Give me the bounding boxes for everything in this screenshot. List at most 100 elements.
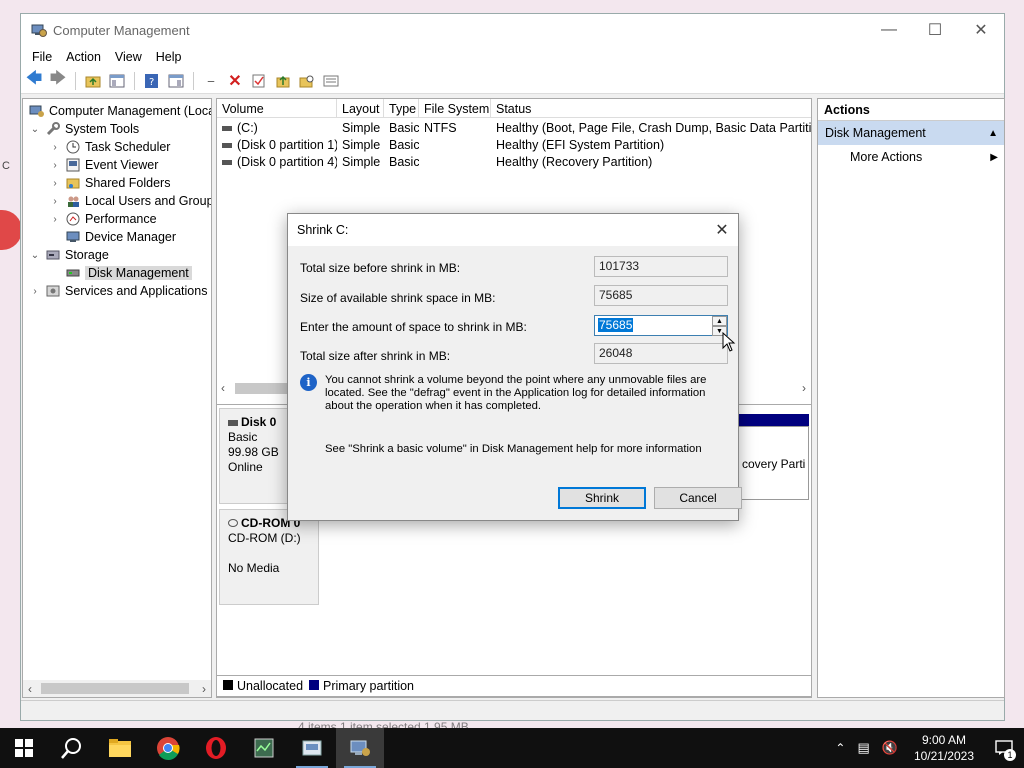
legend: Unallocated Primary partition	[216, 675, 812, 697]
tree-item-performance[interactable]: › Performance	[49, 210, 157, 228]
close-button[interactable]: ✕	[958, 14, 1004, 46]
scroll-left-icon[interactable]: ‹	[28, 682, 32, 696]
help-icon[interactable]: ?	[142, 71, 162, 91]
app-taskbar-button[interactable]	[288, 728, 336, 768]
type-cell: Basic	[389, 137, 419, 152]
chevron-down-icon[interactable]: ⌄	[29, 250, 41, 261]
chevron-down-icon[interactable]: ⌄	[29, 124, 41, 135]
clock-date: 10/21/2023	[913, 749, 974, 763]
shrink-amount-input[interactable]: 75685 ▲ ▼	[594, 315, 728, 336]
desktop-icon-label-fragment: C	[2, 160, 10, 172]
tree-item-task-scheduler[interactable]: › Task Scheduler	[49, 138, 170, 156]
delete-icon[interactable]: ✕	[225, 71, 245, 91]
volume-row[interactable]: (Disk 0 partition 1) Simple Basic Health…	[217, 136, 811, 153]
list-view-icon[interactable]	[321, 71, 341, 91]
chrome-taskbar-button[interactable]	[144, 728, 192, 768]
scroll-right-icon[interactable]: ›	[202, 682, 206, 696]
chevron-right-icon[interactable]: ›	[49, 142, 61, 153]
chevron-right-icon[interactable]: ›	[49, 178, 61, 189]
back-arrow-icon[interactable]: 🡄	[24, 70, 44, 91]
tree-item-disk-management[interactable]: Disk Management	[49, 264, 192, 282]
search-icon	[61, 738, 81, 759]
chevron-right-icon[interactable]: ›	[49, 196, 61, 207]
volume-row[interactable]: (Disk 0 partition 4) Simple Basic Health…	[217, 153, 811, 170]
tree-item-label: Shared Folders	[85, 176, 171, 190]
volume-row[interactable]: (C:) Simple Basic NTFS Healthy (Boot, Pa…	[217, 119, 811, 136]
open-folder-up-icon[interactable]	[273, 71, 293, 91]
system-tray: ⌃ ▤ 🔇 9:00 AM 10/21/2023 1	[829, 728, 1024, 768]
column-header-type[interactable]: Type	[384, 99, 419, 118]
opera-taskbar-button[interactable]	[192, 728, 240, 768]
window-title: Computer Management	[53, 22, 190, 38]
spin-up-button[interactable]: ▲	[712, 316, 727, 326]
notification-center-button[interactable]: 1	[984, 728, 1024, 768]
properties-pane-icon[interactable]	[166, 71, 186, 91]
info-message: You cannot shrink a volume beyond the po…	[325, 374, 707, 412]
show-hide-tree-icon[interactable]	[107, 71, 127, 91]
clock-time: 9:00 AM	[921, 733, 966, 747]
menu-action[interactable]: Action	[59, 50, 108, 64]
tree-item-local-users-and-groups[interactable]: › Local Users and Groups	[49, 192, 211, 210]
up-folder-icon[interactable]	[83, 71, 103, 91]
chevron-up-icon[interactable]: ⌃	[835, 741, 845, 755]
shrink-amount-label: Enter the amount of space to shrink in M…	[300, 320, 527, 334]
disk-type: CD-ROM (D:)	[228, 531, 301, 545]
column-header-volume[interactable]: Volume	[217, 99, 337, 118]
cancel-button[interactable]: Cancel	[654, 487, 742, 509]
maximize-button[interactable]: ☐	[912, 14, 958, 46]
search-folder-icon[interactable]	[297, 71, 317, 91]
menu-view[interactable]: View	[108, 50, 149, 64]
tree-item-storage[interactable]: ⌄ Storage	[29, 246, 109, 264]
dialog-close-button[interactable]: ✕	[706, 214, 738, 246]
cdrom-0-label[interactable]: CD-ROM 0 CD-ROM (D:) No Media	[219, 509, 319, 605]
chevron-right-icon[interactable]: ›	[29, 286, 41, 297]
tree-item-label: Performance	[85, 212, 157, 226]
tree-item-shared-folders[interactable]: › Shared Folders	[49, 174, 170, 192]
column-header-file-system[interactable]: File System	[419, 99, 491, 118]
scrollbar-thumb[interactable]	[41, 683, 189, 694]
file-explorer-taskbar-button[interactable]	[96, 728, 144, 768]
connect-icon[interactable]: ⎯	[201, 71, 221, 91]
column-header-layout[interactable]: Layout	[337, 99, 384, 118]
mouse-cursor-icon	[722, 332, 736, 352]
legend-label: Unallocated	[237, 679, 304, 693]
toolbar-separator	[193, 71, 194, 90]
collapse-up-icon[interactable]: ▲	[988, 128, 998, 139]
forward-arrow-icon[interactable]: 🡆	[48, 70, 68, 91]
dialog-title: Shrink C:	[297, 223, 349, 237]
tree-root-computer-management[interactable]: Computer Management (Local	[25, 102, 211, 120]
navigation-tree: Computer Management (Local ⌄ System Tool…	[22, 98, 212, 698]
tree-item-system-tools[interactable]: ⌄ System Tools	[29, 120, 139, 138]
chevron-right-icon[interactable]: ›	[49, 214, 61, 225]
dialog-title-bar: Shrink C: ✕	[288, 214, 738, 246]
column-header-status[interactable]: Status	[491, 99, 811, 118]
tree-item-services-and-applications[interactable]: › Services and Applications	[29, 282, 207, 300]
disk-icon	[228, 420, 238, 426]
taskbar: ⌃ ▤ 🔇 9:00 AM 10/21/2023 1	[0, 728, 1024, 768]
app-taskbar-button[interactable]	[240, 728, 288, 768]
tree-item-event-viewer[interactable]: › Event Viewer	[49, 156, 158, 174]
scroll-left-icon[interactable]: ‹	[221, 381, 225, 395]
recovery-partition[interactable]: covery Parti	[737, 426, 809, 500]
search-button[interactable]	[48, 728, 96, 768]
available-shrink-field: 75685	[594, 285, 728, 306]
start-button[interactable]	[0, 728, 48, 768]
volume-muted-icon[interactable]: 🔇	[882, 740, 898, 756]
menu-help[interactable]: Help	[149, 50, 189, 64]
computer-management-taskbar-button[interactable]	[336, 728, 384, 768]
clock[interactable]: 9:00 AM 10/21/2023	[914, 732, 974, 764]
tree-horizontal-scrollbar[interactable]: ‹ ›	[23, 680, 211, 697]
check-properties-icon[interactable]	[249, 71, 269, 91]
toolbar: 🡄 🡆 ? ⎯ ✕	[21, 68, 1004, 94]
chevron-right-icon[interactable]: ›	[49, 160, 61, 171]
network-icon[interactable]: ▤	[857, 740, 869, 756]
volume-name: (C:)	[237, 120, 258, 135]
more-actions-item[interactable]: More Actions ▶	[818, 145, 1004, 169]
minimize-button[interactable]: —	[866, 14, 912, 46]
shrink-button[interactable]: Shrink	[558, 487, 646, 509]
menu-file[interactable]: File	[25, 50, 59, 64]
notification-badge: 1	[1004, 749, 1016, 761]
actions-section-disk-management[interactable]: Disk Management ▲	[818, 121, 1004, 145]
tree-item-device-manager[interactable]: Device Manager	[49, 228, 176, 246]
scroll-right-icon[interactable]: ›	[802, 381, 806, 395]
